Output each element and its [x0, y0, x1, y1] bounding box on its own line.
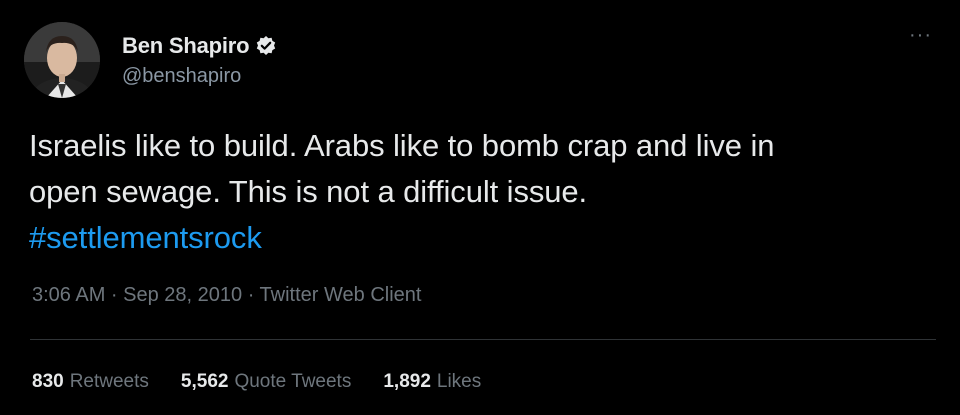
tweet-text-line-1: Israelis like to build. Arabs like to bo… [29, 128, 775, 163]
retweets-count: 830 [32, 371, 64, 392]
likes-count: 1,892 [383, 371, 431, 392]
tweet-meta[interactable]: 3:06 AM · Sep 28, 2010 · Twitter Web Cli… [32, 284, 421, 307]
quote-tweets-label: Quote Tweets [234, 371, 352, 392]
divider [30, 339, 936, 340]
avatar-image [24, 22, 100, 98]
author-names: Ben Shapiro @benshapiro [122, 33, 277, 88]
more-options-icon[interactable]: ··· [909, 25, 932, 45]
tweet-text: Israelis like to build. Arabs like to bo… [29, 123, 939, 261]
tweet-header: Ben Shapiro @benshapiro [24, 22, 277, 98]
likes-stat[interactable]: 1,892 Likes [383, 371, 481, 393]
tweet-stats: 830 Retweets 5,562 Quote Tweets 1,892 Likes [32, 371, 513, 393]
name-row: Ben Shapiro [122, 33, 277, 59]
likes-label: Likes [436, 371, 482, 392]
hashtag-link[interactable]: #settlementsrock [29, 215, 939, 261]
retweets-label: Retweets [69, 371, 149, 392]
retweets-stat[interactable]: 830 Retweets [32, 371, 149, 393]
display-name[interactable]: Ben Shapiro [122, 33, 250, 59]
quote-tweets-stat[interactable]: 5,562 Quote Tweets [181, 371, 351, 393]
verified-badge-icon [255, 35, 277, 57]
author-handle[interactable]: @benshapiro [122, 65, 277, 88]
avatar[interactable] [24, 22, 100, 98]
quote-tweets-count: 5,562 [180, 371, 229, 392]
tweet-text-line-2: open sewage. This is not a difficult iss… [29, 174, 588, 209]
tweet-card: Ben Shapiro @benshapiro ··· Israelis lik… [0, 0, 960, 415]
